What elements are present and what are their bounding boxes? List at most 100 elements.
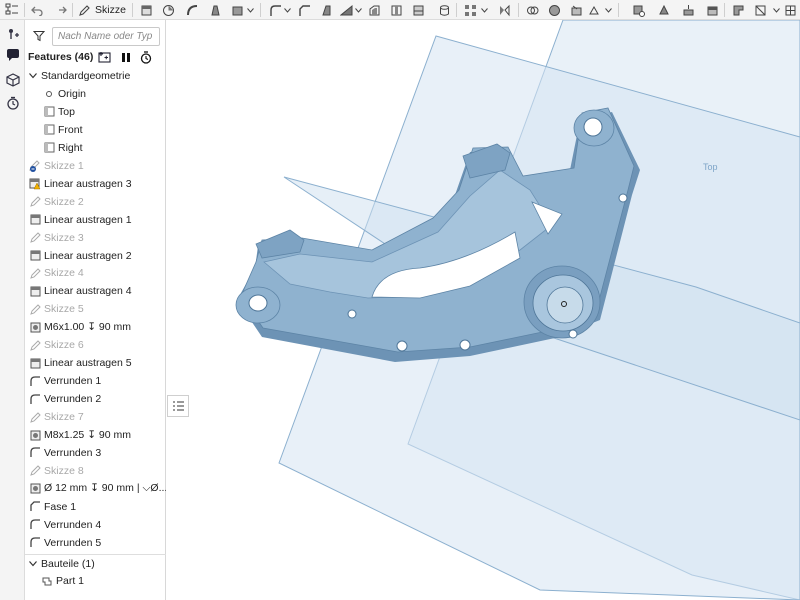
delete-part-icon[interactable] [630,1,646,19]
feature-row[interactable]: Skizze 4 [25,264,166,282]
feature-row[interactable]: Standardgeometrie [25,67,166,85]
draft-icon[interactable] [318,1,334,19]
sheet-metal-icon[interactable] [730,1,746,19]
feature-row[interactable]: Linear austragen 4 [25,282,166,300]
chevron-down-icon[interactable] [28,559,38,569]
feature-row[interactable]: Ø 12 mm ↧ 90 mm | ⌵Ø... [25,480,166,498]
feature-row[interactable]: Verrunden 1 [25,372,166,390]
modify-icon[interactable] [586,1,602,19]
feature-list-toggle-icon[interactable] [3,1,21,19]
variables-icon[interactable] [4,25,21,42]
rib-dropdown-icon[interactable] [354,1,362,19]
fillet-icon [29,519,41,531]
history-icon[interactable] [4,94,21,111]
feature-row[interactable]: M6x1.00 ↧ 90 mm [25,318,166,336]
add-folder-icon[interactable] [97,50,111,64]
feature-label: Skizze 4 [44,267,84,280]
mate-connector-icon[interactable] [546,1,562,19]
pattern-icon[interactable] [462,1,478,19]
hole-icon[interactable] [388,1,404,19]
part-icon [41,575,53,587]
fillet-icon[interactable] [267,1,283,19]
feature-row[interactable]: Verrunden 5 [25,534,166,552]
boolean-icon[interactable] [436,1,452,19]
feature-row[interactable]: Top [25,103,166,121]
surface-icon[interactable] [568,1,584,19]
loft-icon[interactable] [207,1,223,19]
fillet-icon [29,447,41,459]
feature-label: Skizze 6 [44,339,84,352]
split-icon[interactable] [410,1,426,19]
chamfer-icon[interactable] [296,1,312,19]
sketch-icon [29,196,41,208]
frame-icon[interactable] [752,1,768,19]
plane-icon [43,124,55,136]
fillet-icon [29,375,41,387]
revolve-icon[interactable] [160,1,176,19]
feature-row[interactable]: M8x1.25 ↧ 90 mm [25,426,166,444]
plane-icon [43,142,55,154]
feature-label: Skizze 1 [44,159,84,172]
feature-row[interactable]: Fase 1 [25,498,166,516]
pattern-dropdown-icon[interactable] [480,1,488,19]
sketch-button[interactable]: Skizze [78,1,128,19]
sweep-icon[interactable] [184,1,200,19]
pause-icon[interactable] [120,50,132,64]
rollback-timer-icon[interactable] [139,50,153,64]
feature-row[interactable]: Verrunden 4 [25,516,166,534]
feature-row[interactable]: Linear austragen 5 [25,354,166,372]
feature-label: Skizze 3 [44,231,84,244]
extrude-icon[interactable] [138,1,154,19]
rib-icon[interactable] [338,1,354,19]
chamfer-icon [29,501,41,513]
feature-row[interactable]: Linear austragen 2 [25,247,166,265]
feature-label: Verrunden 3 [44,446,102,459]
pencil-icon [79,4,90,16]
modify-dropdown-icon[interactable] [604,1,612,19]
feature-row[interactable]: Linear austragen 3 [25,175,166,193]
feature-row[interactable]: Linear austragen 1 [25,211,166,229]
sketch-error-icon [29,160,41,172]
feature-label: Skizze 2 [44,195,84,208]
feature-label: Verrunden 4 [44,518,102,531]
feature-row[interactable]: Skizze 6 [25,336,166,354]
feature-row[interactable]: Verrunden 2 [25,390,166,408]
feature-row[interactable]: Skizze 2 [25,193,166,211]
feature-row[interactable]: Origin [25,85,166,103]
feature-row[interactable]: Right [25,139,166,157]
feature-label: M8x1.25 ↧ 90 mm [44,429,131,441]
feature-label: Skizze 7 [44,411,84,424]
parts-icon[interactable] [4,71,21,88]
offset-surface-icon[interactable] [680,1,696,19]
extrude-icon [29,250,41,262]
feature-row[interactable]: Skizze 3 [25,229,166,247]
mirror-icon[interactable] [496,1,512,19]
comments-icon[interactable] [4,46,21,63]
feature-row[interactable]: Verrunden 3 [25,444,166,462]
features-title: Features (46) [28,51,94,63]
redo-icon[interactable] [53,1,69,19]
feature-row[interactable]: Skizze 7 [25,408,166,426]
more-dropdown-icon[interactable] [246,1,254,19]
replace-face-icon[interactable] [704,1,720,19]
table-icon[interactable] [782,1,798,19]
undo-icon[interactable] [29,1,45,19]
fillet-dropdown-icon[interactable] [283,1,291,19]
part-row[interactable]: Part 1 [25,572,166,590]
sheet-metal-dropdown-icon[interactable] [772,1,780,19]
plane-icon[interactable] [524,1,540,19]
shell-icon[interactable] [366,1,382,19]
graphics-viewport[interactable]: Top [167,20,800,600]
filter-icon[interactable] [32,29,46,43]
part-label: Part 1 [56,575,85,587]
transform-icon[interactable] [656,1,672,19]
hole-icon [29,483,41,495]
feature-row[interactable]: Skizze 5 [25,300,166,318]
feature-search-input[interactable] [52,27,160,46]
feature-row[interactable]: Skizze 8 [25,462,166,480]
feature-row[interactable]: Front [25,121,166,139]
thicken-icon[interactable] [229,1,245,19]
chevron-down-icon[interactable] [28,71,38,81]
parts-group-row[interactable]: Bauteile (1) [25,555,166,573]
feature-row[interactable]: Skizze 1 [25,157,166,175]
